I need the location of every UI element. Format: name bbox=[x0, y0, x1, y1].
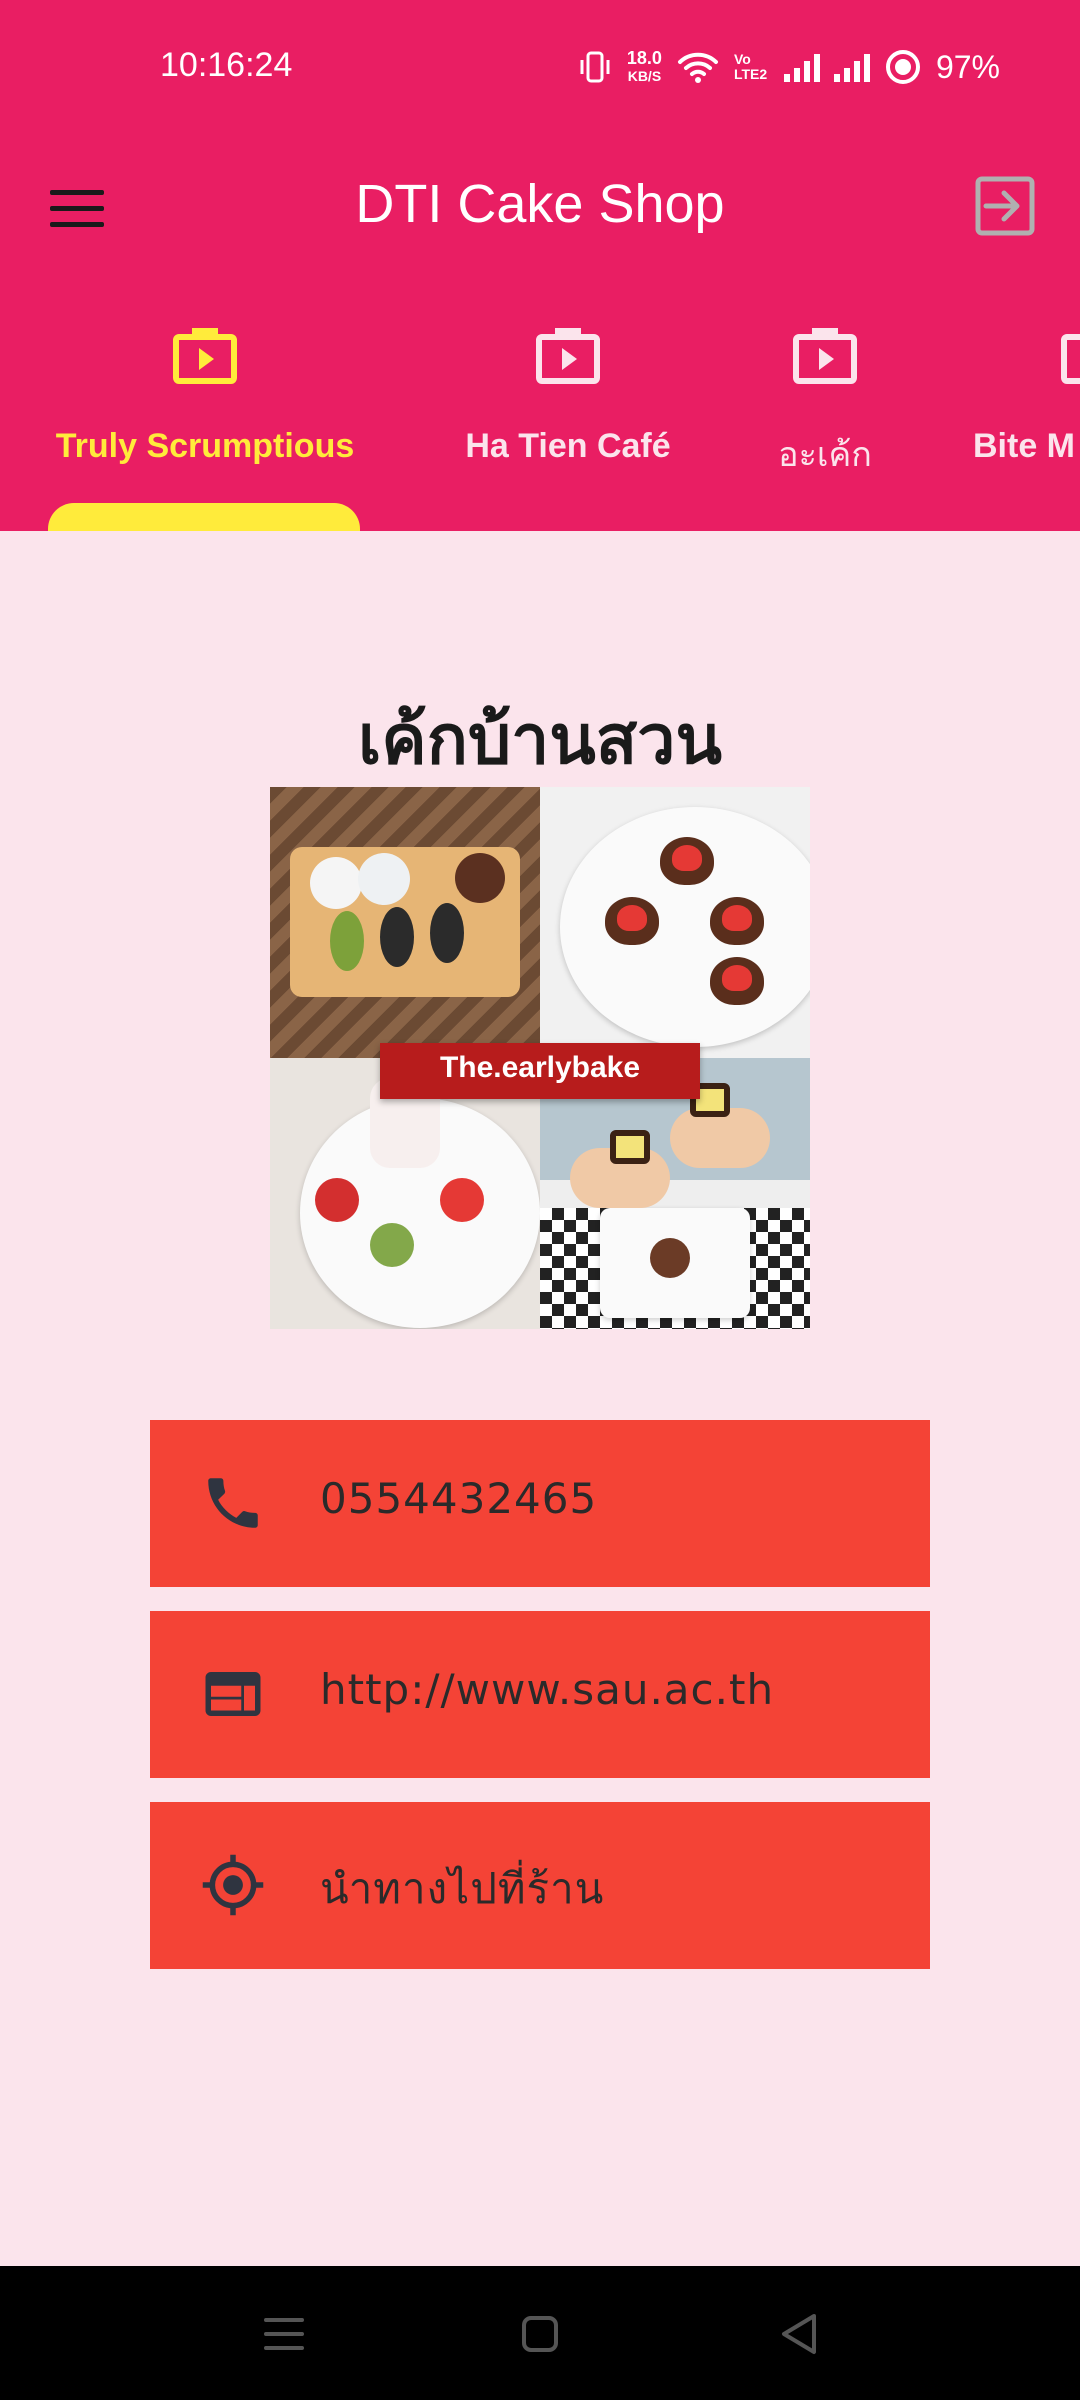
shop-video-icon bbox=[536, 328, 600, 384]
signal-icon bbox=[783, 52, 820, 82]
phone-button[interactable]: 0554432465 bbox=[150, 1420, 930, 1587]
tab-label: อะเค้ก bbox=[778, 436, 872, 474]
location-target-icon bbox=[202, 1854, 264, 1916]
tab-ha-tien-cafe[interactable]: Ha Tien Café bbox=[430, 275, 706, 531]
image-banner-text: The.earlybake bbox=[439, 1051, 641, 1084]
tab-label: Ha Tien Café bbox=[465, 427, 671, 465]
active-tab-indicator bbox=[48, 503, 360, 531]
image-detail bbox=[440, 1178, 484, 1222]
shop-name: เค้กบ้านสวน bbox=[358, 701, 722, 780]
tab-label: Truly Scrumptious bbox=[55, 427, 355, 465]
image-detail bbox=[670, 1108, 770, 1168]
web-icon bbox=[205, 1672, 261, 1716]
website-url: http://www.sau.ac.th bbox=[320, 1665, 775, 1714]
app-bar: DTI Cake Shop bbox=[0, 145, 1080, 275]
image-detail bbox=[330, 911, 364, 971]
image-detail bbox=[315, 1178, 359, 1222]
network-speed: 18.0 KB/S bbox=[626, 48, 662, 84]
status-icons: 18.0 KB/S Vo LTE2 97% bbox=[577, 48, 1000, 86]
directions-button[interactable]: นำทางไปที่ร้าน bbox=[150, 1802, 930, 1969]
shop-video-icon bbox=[793, 328, 857, 384]
system-nav-bar bbox=[0, 2266, 1080, 2400]
image-detail bbox=[660, 837, 714, 885]
volte-indicator: Vo LTE2 bbox=[733, 51, 768, 82]
image-quadrant bbox=[540, 787, 810, 1058]
back-icon[interactable] bbox=[770, 2304, 830, 2364]
image-detail bbox=[380, 907, 414, 967]
image-detail bbox=[650, 1238, 690, 1278]
battery-saver-icon bbox=[885, 50, 920, 84]
tab-bite-me[interactable]: Bite M bbox=[960, 275, 1080, 531]
logout-icon[interactable] bbox=[970, 171, 1040, 241]
image-detail bbox=[610, 1130, 650, 1164]
image-banner: The.earlybake bbox=[350, 1043, 730, 1099]
image-detail bbox=[430, 903, 464, 963]
shop-tabs: Truly Scrumptious Ha Tien Café อะเค้ก Bi… bbox=[0, 275, 1080, 531]
image-detail bbox=[710, 957, 764, 1005]
tab-label: Bite M bbox=[973, 427, 1075, 465]
image-detail bbox=[455, 853, 505, 903]
app-title: DTI Cake Shop bbox=[355, 174, 725, 234]
shop-image: The.earlybake bbox=[270, 787, 810, 1329]
phone-icon bbox=[208, 1478, 258, 1528]
recent-apps-icon[interactable] bbox=[254, 2304, 314, 2364]
shop-video-icon bbox=[173, 328, 237, 384]
directions-label: นำทางไปที่ร้าน bbox=[320, 1864, 605, 1913]
image-detail bbox=[310, 857, 362, 909]
shop-video-icon bbox=[1061, 334, 1080, 384]
website-button[interactable]: http://www.sau.ac.th bbox=[150, 1611, 930, 1778]
signal-icon-2 bbox=[833, 52, 870, 82]
home-icon[interactable] bbox=[510, 2304, 570, 2364]
image-detail bbox=[358, 853, 410, 905]
status-bar: 10:16:24 18.0 KB/S Vo LTE2 97% bbox=[0, 0, 1080, 145]
tab-truly-scrumptious[interactable]: Truly Scrumptious bbox=[0, 275, 410, 531]
image-quadrant bbox=[270, 787, 540, 1058]
wifi-icon bbox=[677, 52, 718, 83]
image-detail bbox=[370, 1223, 414, 1267]
image-detail bbox=[605, 897, 659, 945]
image-detail bbox=[710, 897, 764, 945]
phone-number: 0554432465 bbox=[320, 1474, 598, 1523]
tab-a-cake[interactable]: อะเค้ก bbox=[735, 275, 915, 531]
vibrate-icon bbox=[580, 51, 610, 83]
battery-percent: 97% bbox=[935, 48, 1000, 85]
status-time: 10:16:24 bbox=[160, 46, 293, 84]
